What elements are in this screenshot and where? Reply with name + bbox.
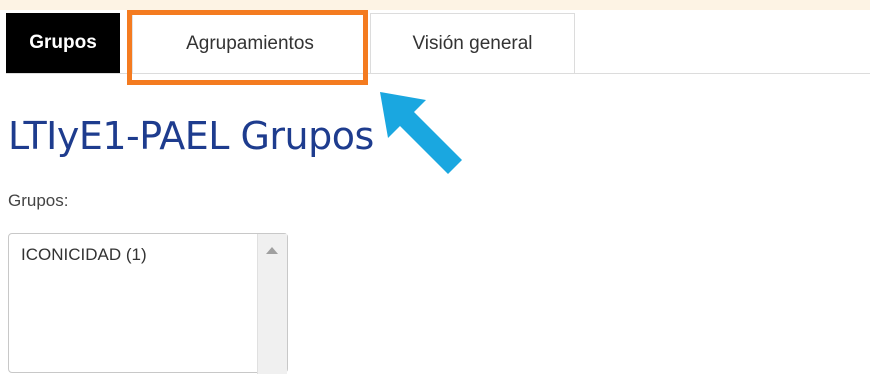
tab-agrupamientos-label: Agrupamientos (186, 32, 314, 54)
tab-grupos[interactable]: Grupos (6, 13, 120, 73)
groups-label: Grupos: (8, 191, 69, 210)
list-item[interactable]: ICONICIDAD (1) (21, 245, 147, 265)
tab-vision-general[interactable]: Visión general (370, 13, 575, 73)
groups-listbox[interactable]: ICONICIDAD (1) (8, 233, 288, 374)
scrollbar[interactable] (257, 234, 287, 374)
tab-vision-general-label: Visión general (412, 32, 533, 54)
scroll-up-icon[interactable] (266, 247, 278, 254)
arrow-icon (380, 92, 462, 174)
tab-agrupamientos[interactable]: Agrupamientos (132, 13, 368, 73)
tab-grupos-label: Grupos (29, 32, 97, 53)
top-strip (0, 0, 870, 10)
page-title: LTIyE1-PAEL Grupos (8, 114, 374, 158)
tab-bar-divider (6, 73, 870, 74)
tab-bar: Grupos Agrupamientos Visión general (6, 13, 870, 73)
